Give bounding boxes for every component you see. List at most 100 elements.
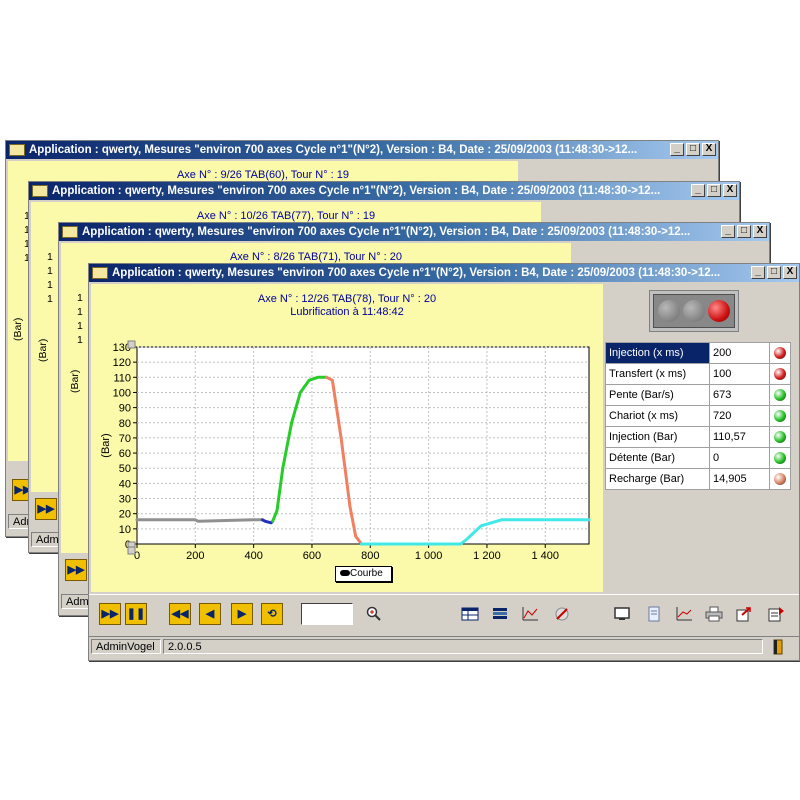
measurement-value: 0 xyxy=(709,447,770,469)
lamp-red xyxy=(708,300,730,322)
measurement-row[interactable]: Détente (Bar) 0 xyxy=(605,447,791,469)
pause-button[interactable]: ❚❚ xyxy=(125,603,147,625)
edit-button[interactable] xyxy=(551,603,573,625)
database-button[interactable] xyxy=(489,603,511,625)
y-scroll-up-button[interactable] xyxy=(127,340,136,349)
window-title: Application : qwerty, Mesures "environ 7… xyxy=(82,226,691,238)
monitor-button[interactable] xyxy=(611,603,633,625)
measurement-row[interactable]: Injection (x ms) 200 xyxy=(605,342,791,364)
measurement-panel: Injection (x ms) 200 Transfert (x ms) 100 Pe… xyxy=(603,284,797,592)
measurement-status xyxy=(769,405,791,427)
status-red-icon xyxy=(774,347,786,360)
y-tick-label: 80 xyxy=(119,418,131,430)
y-tick-label: 40 xyxy=(119,478,131,490)
close-button[interactable]: X xyxy=(723,184,737,197)
legend-swatch xyxy=(340,570,350,577)
window-title-bar[interactable]: Application : qwerty, Mesures "environ 7… xyxy=(29,182,739,200)
measurement-row[interactable]: Injection (Bar) 110,57 xyxy=(605,426,791,448)
close-button[interactable]: X xyxy=(783,266,797,279)
series-line xyxy=(135,518,264,523)
measurement-value: 100 xyxy=(709,363,770,385)
y-axis-label: (Bar) xyxy=(69,369,81,393)
export-data-button[interactable] xyxy=(765,603,787,625)
graph-button[interactable] xyxy=(673,603,695,625)
zoom-icon xyxy=(366,606,381,621)
x-tick-label: 400 xyxy=(244,550,262,562)
close-button[interactable]: X xyxy=(702,143,716,156)
first-button[interactable]: ◀◀ xyxy=(169,603,191,625)
document-button[interactable] xyxy=(643,603,665,625)
maximize-button[interactable]: □ xyxy=(686,143,700,156)
maximize-button[interactable]: □ xyxy=(707,184,721,197)
maximize-button[interactable]: □ xyxy=(737,225,751,238)
measurement-status xyxy=(769,384,791,406)
chart-subtitle: Axe N° : 10/26 TAB(77), Tour N° : 19 xyxy=(196,210,376,222)
window-front[interactable]: Application : qwerty, Mesures "environ 7… xyxy=(88,263,800,661)
measurement-value: 673 xyxy=(709,384,770,406)
close-button[interactable]: X xyxy=(753,225,767,238)
x-tick-label: 600 xyxy=(303,550,321,562)
y-tick-label: 120 xyxy=(113,357,131,369)
table-view-button[interactable] xyxy=(459,603,481,625)
measurement-value: 14,905 xyxy=(709,468,770,490)
window-title-bar[interactable]: Application : qwerty, Mesures "environ 7… xyxy=(89,264,799,282)
measurement-status xyxy=(769,342,791,364)
minimize-button[interactable]: _ xyxy=(751,266,765,279)
export-icon xyxy=(736,607,751,622)
previous-button[interactable]: ◀ xyxy=(199,603,221,625)
window-title-bar[interactable]: Application : qwerty, Mesures "environ 7… xyxy=(59,223,769,241)
measurement-status xyxy=(769,468,791,490)
chart-legend: Courbe xyxy=(335,566,392,582)
measurement-row[interactable]: Chariot (x ms) 720 xyxy=(605,405,791,427)
lamp-grey-2 xyxy=(683,300,705,322)
measurement-table: Injection (x ms) 200 Transfert (x ms) 100 Pe… xyxy=(605,342,791,490)
db-icon xyxy=(493,608,507,619)
measurement-row[interactable]: Pente (Bar/s) 673 xyxy=(605,384,791,406)
export-button[interactable] xyxy=(733,603,755,625)
chart-icon xyxy=(522,607,538,621)
x-tick-label: 1 200 xyxy=(473,550,501,562)
measurement-row[interactable]: Transfert (x ms) 100 xyxy=(605,363,791,385)
minimize-button[interactable]: _ xyxy=(721,225,735,238)
y-tick-label: 110 xyxy=(113,372,131,384)
play-forward-button[interactable]: ▶▶ xyxy=(65,559,87,581)
pen-icon xyxy=(555,607,569,621)
x-scroll-left-button[interactable] xyxy=(127,546,136,555)
measurement-name: Détente (Bar) xyxy=(605,447,710,469)
measurement-row[interactable]: Recharge (Bar) 14,905 xyxy=(605,468,791,490)
status-bar: AdminVogel 2.0.0.5 xyxy=(89,636,799,657)
print-button[interactable] xyxy=(703,603,725,625)
measurement-name: Transfert (x ms) xyxy=(605,363,710,385)
printer-icon xyxy=(705,606,723,622)
measurement-name: Injection (Bar) xyxy=(605,426,710,448)
zoom-input[interactable] xyxy=(301,603,353,625)
document-icon xyxy=(648,606,660,622)
measurement-status xyxy=(769,426,791,448)
window-title: Application : qwerty, Mesures "environ 7… xyxy=(112,267,721,279)
y-axis-label: (Bar) xyxy=(12,317,24,341)
pressure-chart[interactable]: 02004006008001 0001 2001 400010203040506… xyxy=(91,284,603,592)
window-title-bar[interactable]: Application : qwerty, Mesures "environ 7… xyxy=(6,141,718,159)
measurement-value: 720 xyxy=(709,405,770,427)
y-tick-label: 90 xyxy=(119,403,131,415)
play-forward-button[interactable]: ▶▶ xyxy=(99,603,121,625)
minimize-button[interactable]: _ xyxy=(691,184,705,197)
app-icon xyxy=(92,267,108,279)
cycle-button[interactable]: ⟲ xyxy=(261,603,283,625)
maximize-button[interactable]: □ xyxy=(767,266,781,279)
play-forward-button[interactable]: ▶▶ xyxy=(35,498,57,520)
y-tick-label: 100 xyxy=(113,387,131,399)
status-orange-icon xyxy=(774,473,786,486)
traffic-light xyxy=(649,290,739,332)
lamp-grey-1 xyxy=(658,300,680,322)
minimize-button[interactable]: _ xyxy=(670,143,684,156)
chart-view-button[interactable] xyxy=(519,603,541,625)
status-green-icon xyxy=(774,410,786,423)
y-tick-label: 10 xyxy=(119,524,131,536)
exit-icon[interactable] xyxy=(771,639,785,655)
toolbar: ▶▶ ❚❚ ◀◀ ◀ ▶ ⟲ xyxy=(89,594,799,635)
measurement-name: Recharge (Bar) xyxy=(605,468,710,490)
next-button[interactable]: ▶ xyxy=(231,603,253,625)
zoom-button[interactable] xyxy=(363,603,385,625)
x-tick-label: 1 000 xyxy=(415,550,443,562)
